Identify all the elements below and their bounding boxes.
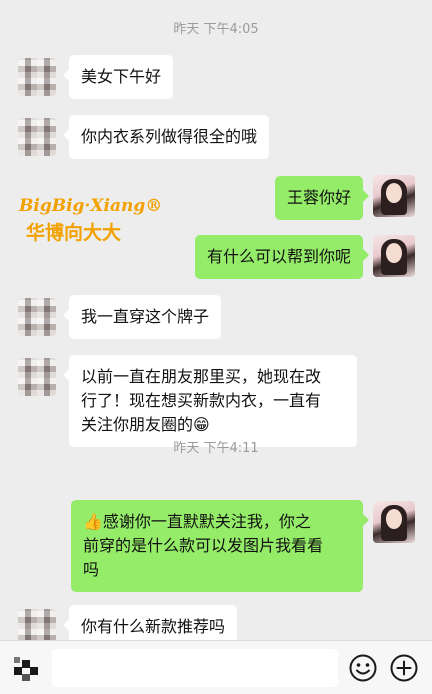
watermark-brand-en: BigBig·Xiang® (19, 196, 163, 216)
message-text: 王蓉你好 (286, 188, 351, 207)
message-text: 你有什么新款推荐吗 (81, 617, 226, 636)
message-text-line: 关注你朋友圈的😁 (81, 415, 210, 434)
contact-avatar[interactable] (18, 298, 56, 336)
contact-avatar[interactable] (18, 58, 56, 96)
input-bar (0, 640, 432, 694)
message-text: 你内衣系列做得很全的哦 (81, 127, 258, 146)
message-text: 美女下午好 (81, 67, 162, 86)
message-bubble-incoming[interactable]: 我一直穿这个牌子 (62, 295, 222, 339)
more-options-button[interactable] (389, 653, 419, 683)
message-bubble-incoming[interactable]: 以前一直在朋友那里买，她现在改 行了！现在想买新款内衣，一直有 关注你朋友圈的😁 (63, 355, 357, 447)
contact-avatar[interactable] (18, 118, 56, 156)
contact-avatar[interactable] (18, 358, 56, 396)
message-text-line: 吗 (83, 560, 100, 579)
message-input[interactable] (52, 649, 338, 687)
message-bubble-incoming[interactable]: 你内衣系列做得很全的哦 (62, 115, 270, 159)
message-text-line: 以前一直在朋友那里买，她现在改 (81, 367, 322, 386)
voice-toggle-icon (14, 657, 38, 681)
watermark-brand-cn: 华博向大大 (26, 222, 122, 244)
timestamp: 昨天 下午4:11 (173, 441, 259, 456)
timestamp: 昨天 下午4:05 (173, 22, 259, 37)
my-avatar[interactable] (373, 501, 415, 543)
message-text-line: 前穿的是什么款可以发图片我看看 (83, 536, 324, 555)
message-bubble-outgoing[interactable]: 王蓉你好 (274, 176, 370, 220)
message-bubble-outgoing[interactable]: 👍感谢你一直默默关注我，你之 前穿的是什么款可以发图片我看看 吗 (71, 500, 369, 592)
message-bubble-incoming[interactable]: 美女下午好 (62, 55, 174, 99)
my-avatar[interactable] (373, 175, 415, 217)
plus-icon (390, 654, 418, 682)
watermark-logo: BigBig·Xiang® 华博向大大 (19, 196, 169, 245)
chat-area[interactable]: 昨天 下午4:05 美女下午好 你内衣系列做得很全的哦 BigBig·Xiang… (0, 0, 432, 650)
message-text: 我一直穿这个牌子 (81, 307, 210, 326)
voice-toggle-button[interactable] (12, 653, 42, 683)
emoji-icon (349, 654, 377, 682)
message-bubble-outgoing[interactable]: 有什么可以帮到你呢 (194, 235, 370, 279)
message-text-line: 👍感谢你一直默默关注我，你之 (83, 512, 311, 531)
my-avatar[interactable] (373, 235, 415, 277)
emoji-button[interactable] (348, 653, 378, 683)
message-text: 有什么可以帮到你呢 (206, 247, 351, 266)
message-text-line: 行了！现在想买新款内衣，一直有 (81, 391, 322, 410)
